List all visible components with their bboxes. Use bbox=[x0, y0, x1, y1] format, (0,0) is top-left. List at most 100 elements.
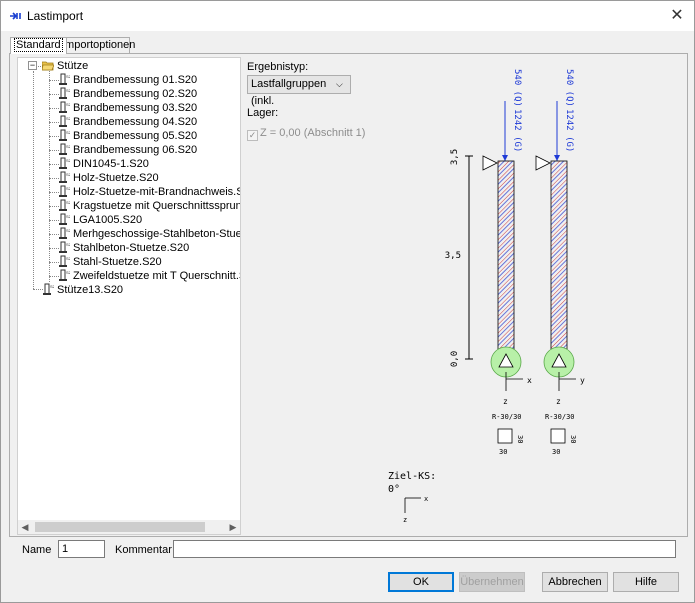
tree-item-label: Brandbemessung 04.S20 bbox=[73, 116, 198, 128]
length-label: 3,5 bbox=[445, 251, 461, 261]
tree-item[interactable]: S20LGA1005.S20 bbox=[58, 213, 142, 227]
svg-text:S20: S20 bbox=[66, 102, 70, 107]
tree-item[interactable]: S20Brandbemessung 02.S20 bbox=[58, 87, 197, 101]
level-top-label: 3,5 bbox=[450, 149, 460, 165]
tree-item-label: LGA1005.S20 bbox=[73, 214, 143, 226]
tree-root-label: Stütze bbox=[57, 60, 89, 72]
svg-text:S20: S20 bbox=[66, 200, 70, 205]
abbrechen-button[interactable]: Abbrechen bbox=[542, 572, 608, 592]
tree-item[interactable]: S20Merhgeschossige-Stahlbeton-Stuetze-mi… bbox=[58, 227, 240, 241]
column1-section-label: R-30/30 bbox=[492, 413, 522, 421]
svg-text:S20: S20 bbox=[66, 228, 70, 233]
name-field[interactable]: 1 bbox=[58, 540, 105, 558]
svg-text:S20: S20 bbox=[66, 186, 70, 191]
hilfe-button[interactable]: Hilfe bbox=[613, 572, 679, 592]
column-file-icon: S20 bbox=[59, 241, 70, 253]
title-bar: Lastimport ✕ bbox=[1, 1, 694, 31]
tree-item-label: Brandbemessung 01.S20 bbox=[73, 74, 198, 86]
column2-arrowhead bbox=[554, 155, 560, 161]
tree-item[interactable]: S20Brandbemessung 05.S20 bbox=[58, 129, 197, 143]
column-file-icon: S20 bbox=[59, 255, 70, 267]
tree-item[interactable]: S20Holz-Stuetze-mit-Brandnachweis.S20 bbox=[58, 185, 240, 199]
scrollbar-thumb[interactable] bbox=[35, 522, 205, 532]
tree-item-label: Brandbemessung 06.S20 bbox=[73, 144, 198, 156]
kommentar-field[interactable] bbox=[173, 540, 676, 558]
import-arrows-icon bbox=[10, 12, 21, 20]
svg-text:S20: S20 bbox=[50, 284, 54, 289]
tree-item[interactable]: S20Brandbemessung 01.S20 bbox=[58, 73, 197, 87]
chevron-down-icon: ⌵ bbox=[336, 79, 343, 89]
column2-axis-label: y bbox=[580, 376, 585, 385]
column2-dim-side: 30 bbox=[569, 435, 577, 443]
tree-item[interactable]: S20Stahlbeton-Stuetze.S20 bbox=[58, 241, 189, 255]
tree-item-stuetze13[interactable]: S20 Stütze13.S20 bbox=[42, 283, 123, 297]
ergebnistyp-select[interactable]: Lastfallgruppen (inkl. ⌵ bbox=[247, 75, 351, 107]
column-2: 540 (Q) 1242 (G) y z R-30/30 30 30 bbox=[535, 69, 585, 456]
tree-item[interactable]: S20DIN1045-1.S20 bbox=[58, 157, 149, 171]
column2-load-g: 1242 (G) bbox=[564, 109, 574, 152]
column-file-icon: S20 bbox=[59, 227, 70, 239]
column2-top-support-icon bbox=[535, 155, 551, 171]
folder-open-icon bbox=[42, 61, 54, 71]
tree-item-label: Zweifeldstuetze mit T Querschnitt.S20 bbox=[73, 270, 241, 282]
svg-text:S20: S20 bbox=[66, 270, 70, 275]
tree-item-label: Holz-Stuetze.S20 bbox=[73, 172, 159, 184]
svg-text:S20: S20 bbox=[66, 130, 70, 135]
tree-item[interactable]: S20Brandbemessung 06.S20 bbox=[58, 143, 197, 157]
tree-item-label: Kragstuetze mit Querschnittssprung.S20 bbox=[73, 200, 240, 212]
column1-down-label: z bbox=[503, 397, 508, 406]
column-file-icon: S20 bbox=[59, 157, 70, 169]
column2-load-q: 540 (Q) bbox=[564, 69, 574, 107]
svg-text:S20: S20 bbox=[66, 214, 70, 219]
cs-x-label: x bbox=[424, 495, 428, 503]
ok-button[interactable]: OK bbox=[388, 572, 454, 592]
svg-text:S20: S20 bbox=[66, 256, 70, 261]
column2-dim-bottom: 30 bbox=[552, 448, 560, 456]
column-drawing: 3,5 3,5 0,0 540 (Q) 1242 (G) x z R-30/30… bbox=[388, 69, 585, 524]
tree-item-label: Brandbemessung 03.S20 bbox=[73, 102, 198, 114]
column2-section-label: R-30/30 bbox=[545, 413, 575, 421]
column-file-icon: S20 bbox=[59, 171, 70, 183]
lager-label: Lager: bbox=[247, 107, 279, 119]
column1-arrowhead bbox=[502, 155, 508, 161]
scroll-left-icon[interactable]: ◀ bbox=[19, 521, 31, 533]
column-file-icon: S20 bbox=[59, 143, 70, 155]
column2-down-label: z bbox=[556, 397, 561, 406]
column1-load-q: 540 (Q) bbox=[512, 69, 522, 107]
level-bottom-label: 0,0 bbox=[450, 351, 460, 367]
column-file-icon: S20 bbox=[43, 283, 54, 295]
column1-section-square bbox=[497, 428, 513, 444]
tree-item[interactable]: S20Brandbemessung 03.S20 bbox=[58, 101, 197, 115]
tree-item[interactable]: S20Brandbemessung 04.S20 bbox=[58, 115, 197, 129]
ziel-ks-value: 0° bbox=[388, 484, 400, 495]
close-icon[interactable]: ✕ bbox=[666, 5, 688, 27]
tab-importoptionen[interactable]: Importoptionen bbox=[58, 37, 135, 53]
tree-item[interactable]: S20Holz-Stuetze.S20 bbox=[58, 171, 159, 185]
lager-checkbox[interactable]: ✓ Z = 0,00 (Abschnitt 1) bbox=[247, 127, 365, 141]
column-file-icon: S20 bbox=[59, 213, 70, 225]
column1-top-support-icon bbox=[482, 155, 498, 171]
column-file-icon: S20 bbox=[59, 87, 70, 99]
name-label: Name bbox=[22, 544, 52, 556]
tab-standard[interactable]: Standard bbox=[10, 37, 67, 54]
tree-item[interactable]: S20Stahl-Stuetze.S20 bbox=[58, 255, 162, 269]
column1-body bbox=[497, 160, 515, 352]
tree-item[interactable]: S20Kragstuetze mit Querschnittssprung.S2… bbox=[58, 199, 240, 213]
svg-text:S20: S20 bbox=[66, 172, 70, 177]
column2-body bbox=[550, 160, 568, 352]
tree-item-label: Stahl-Stuetze.S20 bbox=[73, 256, 162, 268]
file-tree[interactable]: − Stütze S20Brandbemessung 01.S20S20Bran… bbox=[17, 57, 241, 535]
tree-expander[interactable]: − bbox=[28, 61, 37, 70]
column1-axis-label: x bbox=[527, 376, 532, 385]
column1-dim-bottom: 30 bbox=[499, 448, 507, 456]
scroll-right-icon[interactable]: ▶ bbox=[227, 521, 239, 533]
tree-item-label: Merhgeschossige-Stahlbeton-Stuetze-mit bbox=[73, 228, 240, 240]
column2-section-square bbox=[550, 428, 566, 444]
tree-item[interactable]: S20Zweifeldstuetze mit T Querschnitt.S20 bbox=[58, 269, 241, 283]
column-1: 540 (Q) 1242 (G) x z R-30/30 30 30 bbox=[482, 69, 532, 456]
column-file-icon: S20 bbox=[59, 115, 70, 127]
uebernehmen-button[interactable]: Übernehmen bbox=[459, 572, 525, 592]
tree-horizontal-scrollbar[interactable]: ◀ ▶ bbox=[18, 520, 240, 534]
svg-text:S20: S20 bbox=[66, 242, 70, 247]
column-file-icon: S20 bbox=[59, 199, 70, 211]
